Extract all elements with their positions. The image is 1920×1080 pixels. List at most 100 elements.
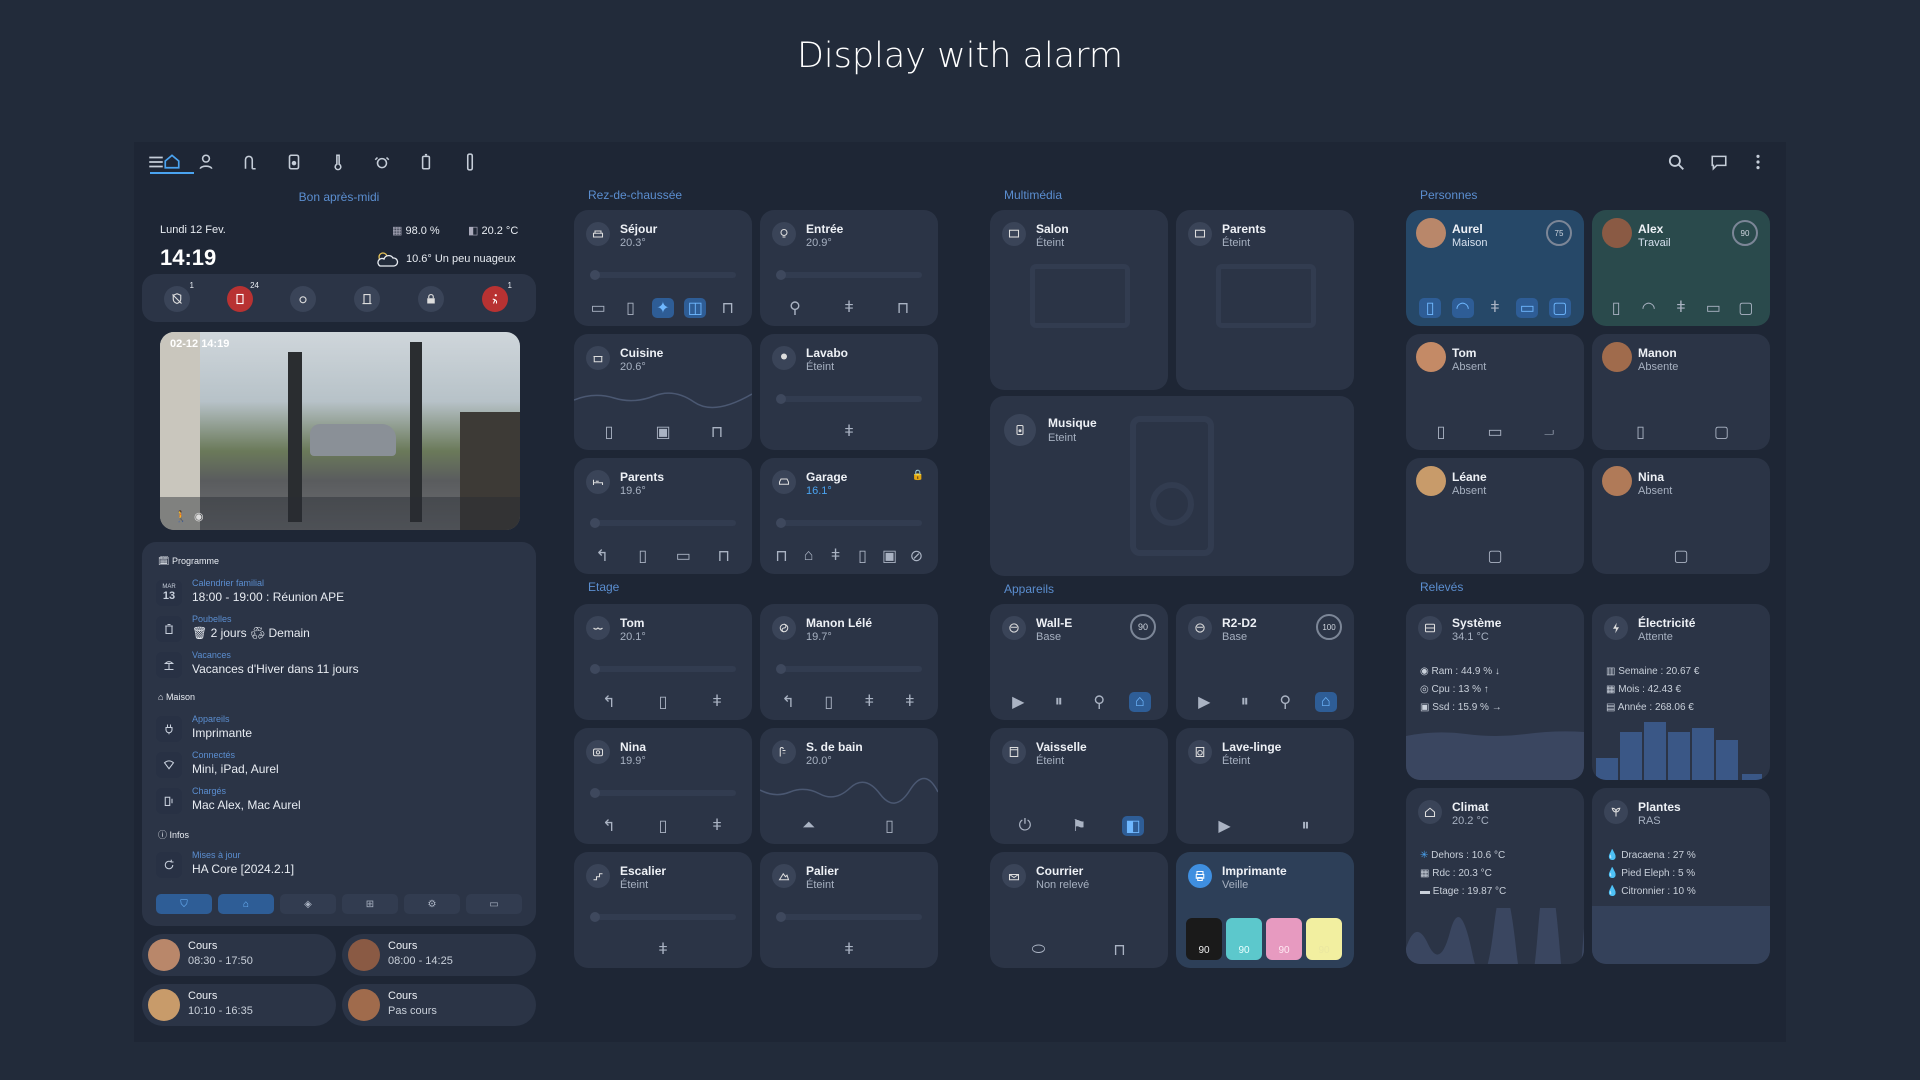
play-icon[interactable]: ▶ — [1007, 692, 1029, 712]
play-icon[interactable]: ▶ — [1193, 692, 1215, 712]
speaker-icon[interactable]: ▯ — [652, 816, 674, 836]
light-slider[interactable] — [590, 788, 736, 798]
room-card-palier[interactable]: Palier Éteint ǂ — [760, 852, 938, 968]
siren-icon[interactable] — [290, 286, 316, 312]
chat-icon[interactable] — [1707, 150, 1731, 174]
motion-off-icon[interactable]: ⊘ — [906, 546, 928, 566]
door-icon[interactable]: ⊓ — [713, 546, 735, 566]
light-icon[interactable]: ǂ — [838, 940, 860, 960]
program-row-calendar[interactable]: MAR 13 Calendrier familial 18:00 - 19:00 : … — [156, 578, 534, 608]
media-card-parents[interactable]: Parents Éteint — [1176, 210, 1354, 390]
room-card-tom[interactable]: Tom 20.1° ↰ ▯ ǂ — [574, 604, 752, 720]
device-card-r2d2[interactable]: R2-D2 Base 100 ▶ ⏸ ⚲ ⌂ — [1176, 604, 1354, 720]
bluetooth-icon[interactable]: ǂ — [1484, 298, 1506, 318]
house-row-connected[interactable]: Connectés Mini, iPad, Aurel — [156, 750, 534, 780]
speaker-icon[interactable]: ▯ — [879, 816, 901, 836]
light-icon[interactable]: ǂ — [899, 692, 921, 712]
laptop-icon[interactable]: ▭ — [1484, 422, 1506, 442]
light-slider[interactable] — [590, 518, 736, 528]
person-card-alex[interactable]: Alex Travail 90 ▯ ◠ ǂ ▭ ▢ — [1592, 210, 1770, 326]
search-icon[interactable] — [1664, 150, 1688, 174]
oven-icon[interactable]: ▣ — [652, 422, 674, 442]
tablet-icon[interactable]: ▢ — [1548, 298, 1571, 318]
speaker-icon[interactable]: ▯ — [652, 692, 674, 712]
room-card-escalier[interactable]: Escalier Éteint ǂ — [574, 852, 752, 968]
room-card-nina[interactable]: Nina 19.9° ↰ ▯ ǂ — [574, 728, 752, 844]
person-card-leane[interactable]: Léane Absent ▢ — [1406, 458, 1584, 574]
light-icon[interactable]: ǂ — [706, 692, 728, 712]
room-card-sejour[interactable]: Séjour 20.3° ▭ ▯ ✦ ◫ ⊓ — [574, 210, 752, 326]
tab-remote-icon[interactable] — [458, 150, 482, 174]
device-card-courrier[interactable]: Courrier Non relevé ⬭ ⊓ — [990, 852, 1168, 968]
filter-cube-icon[interactable]: ◈ — [280, 894, 336, 914]
media-card-salon[interactable]: Salon Éteint — [990, 210, 1168, 390]
tv-icon[interactable]: ▭ — [587, 298, 609, 318]
light-slider[interactable] — [590, 270, 736, 280]
tablet-icon[interactable]: ▢ — [1735, 298, 1757, 318]
light-slider[interactable] — [776, 518, 922, 528]
window-icon[interactable]: ◫ — [684, 298, 707, 318]
camera-snapshot-icon[interactable]: ◉ — [194, 510, 204, 523]
room-card-garage[interactable]: Garage 16.1° 🔒 ⊓ ⌂ ǂ ▯ ▣ ⊘ — [760, 458, 938, 574]
tablet-icon[interactable]: ▢ — [1484, 546, 1506, 566]
pause-icon[interactable]: ⏸ — [1048, 692, 1070, 712]
reading-card-systeme[interactable]: Système 34.1 °C ◉ Ram : 44.9 % ↓ ◎ Cpu : … — [1406, 604, 1584, 780]
tab-speaker-icon[interactable] — [282, 150, 306, 174]
light-icon[interactable]: ✦ — [651, 298, 674, 318]
fan-icon[interactable]: ⏶ — [798, 816, 820, 836]
lamp-icon[interactable]: ↰ — [591, 546, 613, 566]
tablet-icon[interactable]: ▢ — [1670, 546, 1692, 566]
light-icon[interactable]: ǂ — [838, 298, 860, 318]
light-icon[interactable]: ǂ — [706, 816, 728, 836]
light-icon[interactable]: ǂ — [652, 940, 674, 960]
course-chip[interactable]: Cours 10:10 - 16:35 — [142, 984, 336, 1026]
pause-icon[interactable]: ⏸ — [1295, 816, 1317, 836]
power-icon[interactable]: ⏻ — [1014, 816, 1036, 836]
tab-thermometer-icon[interactable] — [326, 150, 350, 174]
light-icon[interactable]: ǂ — [858, 692, 880, 712]
room-card-lavabo[interactable]: Lavabo Éteint ǂ — [760, 334, 938, 450]
room-card-entree[interactable]: Entrée 20.9° ⚲ ǂ ⊓ — [760, 210, 938, 326]
house-row-devices[interactable]: Appareils Imprimante — [156, 714, 534, 744]
phone-icon[interactable]: ▯ — [1419, 298, 1442, 318]
reading-card-climat[interactable]: Climat 20.2 °C ✳ Dehors : 10.6 °C ▦ Rdc :… — [1406, 788, 1584, 964]
device-card-walle[interactable]: Wall-E Base 90 ▶ ⏸ ⚲ ⌂ — [990, 604, 1168, 720]
course-chip[interactable]: Cours 08:00 - 14:25 — [342, 934, 536, 976]
flag-icon[interactable]: ⚑ — [1068, 816, 1090, 836]
speaker-icon[interactable]: ▯ — [852, 546, 874, 566]
laptop-icon[interactable]: ▭ — [1702, 298, 1724, 318]
wifi-icon[interactable]: ◠ — [1451, 298, 1474, 318]
lock-icon[interactable] — [418, 286, 444, 312]
filter-shield-icon[interactable]: ⛉ — [156, 894, 212, 914]
phone-icon[interactable]: ▯ — [1430, 422, 1452, 442]
tab-home[interactable] — [150, 150, 194, 174]
light-slider[interactable] — [590, 912, 736, 922]
door-open-icon[interactable]: ◧ — [1122, 816, 1144, 836]
door-icon[interactable]: ⊓ — [892, 298, 914, 318]
door-icon[interactable] — [354, 286, 380, 312]
phone-icon[interactable]: ▯ — [1630, 422, 1652, 442]
house-row-charged[interactable]: Chargés Mac Alex, Mac Aurel — [156, 786, 534, 816]
filter-gear-icon[interactable]: ⚙ — [404, 894, 460, 914]
room-card-cuisine[interactable]: Cuisine 20.6° ▯ ▣ ⊓ — [574, 334, 752, 450]
program-row-trash[interactable]: Poubelles 🗑 2 jours ♻ Demain — [156, 614, 534, 644]
course-chip[interactable]: Cours 08:30 - 17:50 — [142, 934, 336, 976]
person-card-aurel[interactable]: Aurel Maison 75 ▯ ◠ ǂ ▭ ▢ — [1406, 210, 1584, 326]
lamp-icon[interactable]: ↰ — [777, 692, 799, 712]
reading-card-plantes[interactable]: Plantes RAS 💧 Dracaena : 27 % 💧 Pied Elep… — [1592, 788, 1770, 964]
light-slider[interactable] — [776, 270, 922, 280]
device-card-vaisselle[interactable]: Vaisselle Éteint ⏻ ⚑ ◧ — [990, 728, 1168, 844]
vacuum-icon[interactable]: ⏗ — [1538, 422, 1560, 442]
device-card-imprimante[interactable]: Imprimante Veille 90 90 90 90 — [1176, 852, 1354, 968]
tv-icon[interactable]: ▭ — [672, 546, 694, 566]
garage-icon[interactable]: ⌂ — [798, 546, 820, 566]
light-slider[interactable] — [776, 912, 922, 922]
light-icon[interactable]: ǂ — [838, 422, 860, 442]
speaker-icon[interactable]: ▯ — [818, 692, 840, 712]
media-card-musique[interactable]: Musique Eteint — [990, 396, 1354, 576]
room-card-sdb[interactable]: S. de bain 20.0° ⏶ ▯ — [760, 728, 938, 844]
course-chip[interactable]: Cours Pas cours — [342, 984, 536, 1026]
room-card-manon[interactable]: Manon Lélé 19.7° ↰ ▯ ǂ ǂ — [760, 604, 938, 720]
phone-icon[interactable]: ▯ — [1605, 298, 1627, 318]
info-row-updates[interactable]: Mises à jour HA Core [2024.2.1] — [156, 850, 534, 880]
